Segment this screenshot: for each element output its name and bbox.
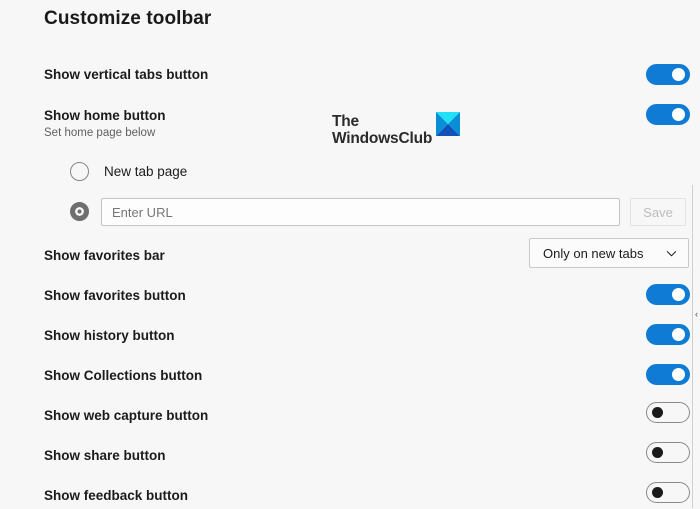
toggle-knob xyxy=(672,368,685,381)
setting-label: Show Collections button xyxy=(44,367,203,383)
watermark-line-2: WindowsClub xyxy=(332,130,433,147)
setting-row-show-vertical-tabs-button: Show vertical tabs button xyxy=(44,60,690,88)
setting-row-show-collections-button: Show Collections button xyxy=(44,361,690,389)
setting-row-show-history-button: Show history button xyxy=(44,321,690,349)
toggle-knob xyxy=(672,68,685,81)
radio-option-new-tab-page[interactable]: New tab page xyxy=(70,162,187,181)
toggle-knob xyxy=(672,108,685,121)
setting-row-show-favorites-button: Show favorites button xyxy=(44,281,690,309)
toggle-knob xyxy=(672,328,685,341)
setting-label: Show share button xyxy=(44,447,166,463)
toggle-knob xyxy=(652,487,663,498)
favorites-bar-dropdown-value: Only on new tabs xyxy=(543,245,644,261)
toggle-show-home-button[interactable] xyxy=(646,104,690,125)
setting-label: Show web capture button xyxy=(44,407,209,423)
chevron-down-icon xyxy=(666,248,677,259)
page-title: Customize toolbar xyxy=(44,8,212,29)
setting-label: Show favorites button xyxy=(44,287,186,303)
radio-label-new-tab-page: New tab page xyxy=(104,164,188,179)
scrollbar-track[interactable] xyxy=(692,185,693,508)
toggle-show-history-button[interactable] xyxy=(646,324,690,345)
setting-label: Show home button xyxy=(44,107,166,123)
setting-row-show-feedback-button: Show feedback button xyxy=(44,481,690,509)
toggle-show-web-capture-button[interactable] xyxy=(646,402,690,423)
home-page-sublabel: Set home page below xyxy=(44,127,156,139)
toggle-show-favorites-button[interactable] xyxy=(646,284,690,305)
setting-row-show-home-button: Show home button xyxy=(44,101,690,129)
customize-toolbar-settings-page: Customize toolbar The WindowsClub Show v… xyxy=(0,0,700,508)
toggle-show-collections-button[interactable] xyxy=(646,364,690,385)
radio-button-new-tab-page[interactable] xyxy=(70,162,89,181)
toggle-knob xyxy=(672,288,685,301)
scrollbar-caret-icon[interactable]: ‹ xyxy=(695,310,698,319)
setting-row-show-web-capture-button: Show web capture button xyxy=(44,401,690,429)
radio-button-custom-url[interactable] xyxy=(70,202,89,221)
toggle-knob xyxy=(652,447,663,458)
toggle-show-share-button[interactable] xyxy=(646,442,690,463)
toggle-show-feedback-button[interactable] xyxy=(646,482,690,503)
favorites-bar-dropdown[interactable]: Only on new tabs xyxy=(529,238,689,268)
setting-label: Show feedback button xyxy=(44,487,189,503)
radio-option-custom-url[interactable] xyxy=(70,202,89,221)
save-button[interactable]: Save xyxy=(630,198,686,226)
setting-row-show-share-button: Show share button xyxy=(44,441,690,469)
setting-label: Show vertical tabs button xyxy=(44,66,209,82)
home-page-url-input[interactable] xyxy=(101,198,620,226)
toggle-show-vertical-tabs-button[interactable] xyxy=(646,64,690,85)
setting-label: Show favorites bar xyxy=(44,247,165,263)
toggle-knob xyxy=(652,407,663,418)
setting-label: Show history button xyxy=(44,327,175,343)
